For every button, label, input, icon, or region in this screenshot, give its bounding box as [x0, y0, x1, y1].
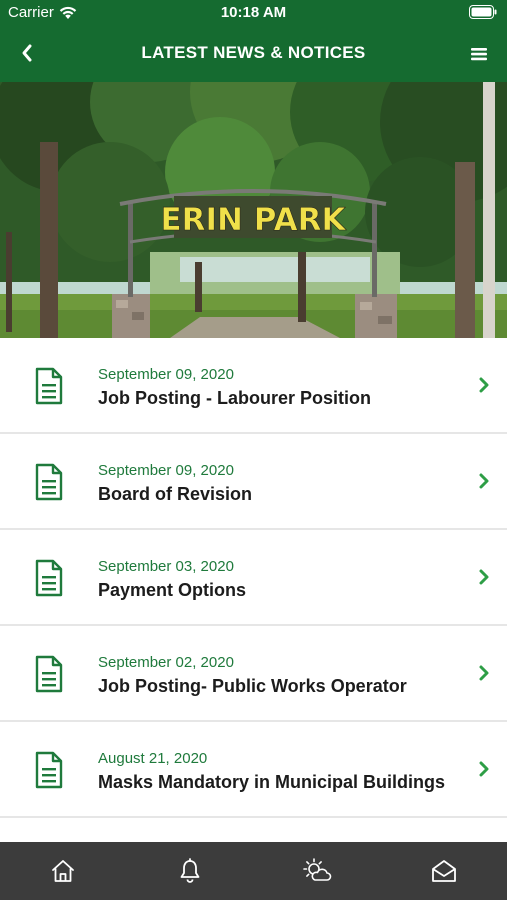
weather-icon	[303, 858, 332, 881]
nav-bar: LATEST NEWS & NOTICES	[0, 26, 507, 82]
back-button[interactable]	[12, 38, 42, 68]
news-list-item[interactable]: September 09, 2020 Board of Revision	[0, 434, 507, 530]
news-date: September 09, 2020	[98, 366, 234, 383]
news-title: Job Posting- Public Works Operator	[98, 676, 407, 696]
news-date: September 09, 2020	[98, 462, 234, 479]
news-list: September 09, 2020 Job Posting - Laboure…	[0, 338, 507, 818]
news-date: August 21, 2020	[98, 750, 208, 767]
news-date: September 03, 2020	[98, 558, 234, 575]
document-icon	[35, 655, 63, 693]
news-title: Masks Mandatory in Municipal Buildings	[98, 772, 446, 792]
news-list-item[interactable]: August 21, 2020 Masks Mandatory in Munic…	[0, 722, 507, 818]
news-title: Payment Options	[98, 580, 247, 600]
news-title: Job Posting - Labourer Position	[98, 388, 372, 408]
document-icon	[35, 367, 63, 405]
chevron-left-icon	[22, 44, 32, 62]
tab-notifications[interactable]	[160, 842, 220, 900]
status-bar: Carrier 10:18 AM	[0, 0, 507, 26]
news-title: Board of Revision	[98, 484, 253, 504]
chevron-right-icon	[479, 665, 489, 681]
home-icon	[52, 860, 75, 882]
tab-bar	[0, 842, 507, 900]
document-icon	[35, 751, 63, 789]
news-list-item[interactable]: September 03, 2020 Payment Options	[0, 530, 507, 626]
tab-weather[interactable]	[287, 842, 347, 900]
mail-icon	[431, 860, 456, 882]
menu-button[interactable]	[465, 40, 493, 68]
chevron-right-icon	[479, 761, 489, 777]
tab-mail[interactable]	[414, 842, 474, 900]
document-icon	[35, 559, 63, 597]
chevron-right-icon	[479, 569, 489, 585]
status-time: 10:18 AM	[220, 4, 287, 21]
news-list-item[interactable]: September 02, 2020 Job Posting- Public W…	[0, 626, 507, 722]
hamburger-menu-icon	[471, 48, 487, 61]
page-title: LATEST NEWS & NOTICES	[141, 43, 366, 62]
news-date: September 02, 2020	[98, 654, 234, 671]
park-photo: ERIN PARK	[0, 82, 507, 338]
bell-icon	[180, 858, 200, 883]
chevron-right-icon	[479, 473, 489, 489]
tab-home[interactable]	[33, 842, 93, 900]
document-icon	[35, 463, 63, 501]
chevron-right-icon	[479, 377, 489, 393]
news-list-item[interactable]: September 09, 2020 Job Posting - Laboure…	[0, 338, 507, 434]
battery-icon	[469, 5, 497, 23]
park-sign-text: ERIN PARK	[160, 202, 346, 238]
hero-image: ERIN PARK	[0, 82, 507, 338]
